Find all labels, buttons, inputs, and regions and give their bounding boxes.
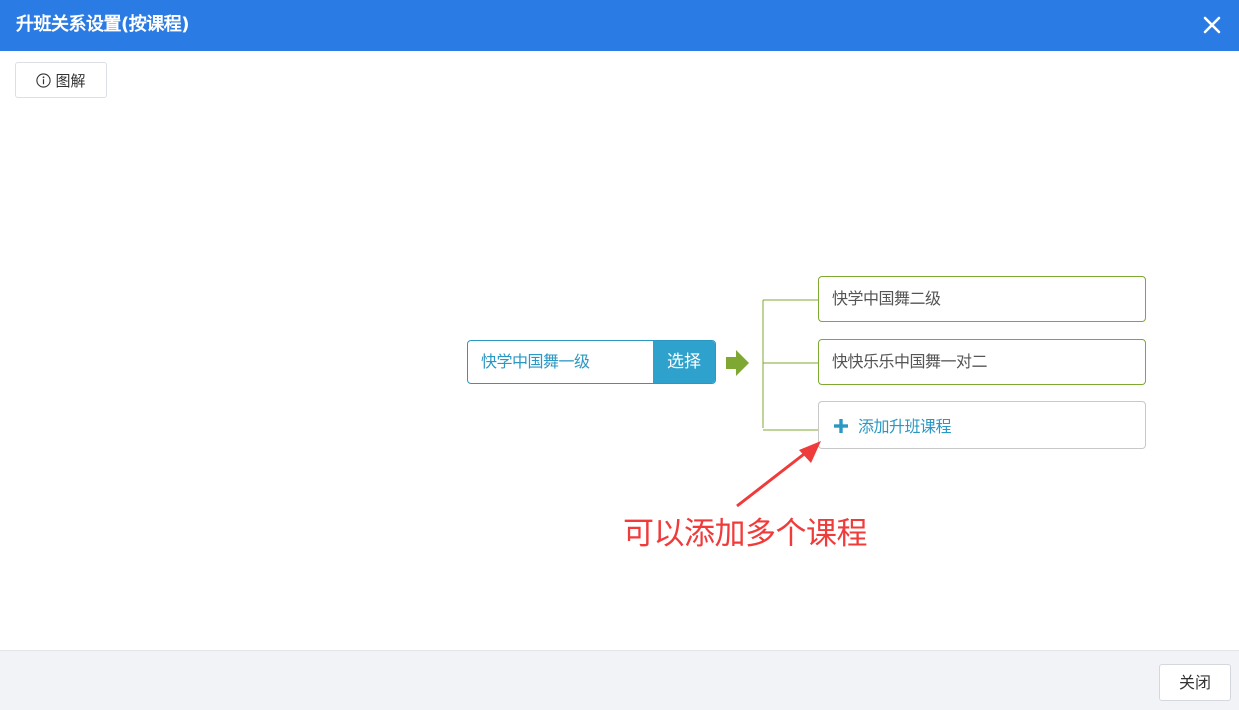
plus-icon [834, 418, 848, 433]
dialog-footer: 关闭 [0, 650, 1239, 710]
dialog-titlebar: 升班关系设置(按课程) [0, 0, 1239, 51]
target-course-box[interactable]: 快快乐乐中国舞一对二 [818, 339, 1146, 385]
upgrade-relation-dialog: 升班关系设置(按课程) 图解 快学中国舞一级 选择 快学中国舞二级 快快乐乐中国… [0, 0, 1239, 710]
source-course-name: 快学中国舞一级 [481, 352, 590, 371]
source-course-box: 快学中国舞一级 选择 [467, 340, 716, 384]
target-course-box[interactable]: 快学中国舞二级 [818, 276, 1146, 322]
diagram-button[interactable]: 图解 [15, 62, 107, 98]
annotation-arrow [730, 436, 830, 512]
close-icon[interactable] [1200, 13, 1224, 37]
close-button[interactable]: 关闭 [1159, 664, 1231, 701]
annotation-text: 可以添加多个课程 [623, 516, 868, 552]
tree-connector [760, 290, 822, 440]
arrow-right-icon [724, 349, 750, 377]
target-course-name: 快学中国舞二级 [832, 289, 941, 308]
diagram-button-label: 图解 [55, 71, 86, 90]
target-course-name: 快快乐乐中国舞一对二 [832, 352, 988, 371]
add-upgrade-course-button[interactable]: 添加升班课程 [818, 401, 1146, 449]
select-course-button[interactable]: 选择 [653, 341, 715, 383]
add-upgrade-course-label: 添加升班课程 [858, 417, 952, 436]
info-icon [36, 72, 52, 88]
dialog-title: 升班关系设置(按课程) [16, 14, 189, 35]
